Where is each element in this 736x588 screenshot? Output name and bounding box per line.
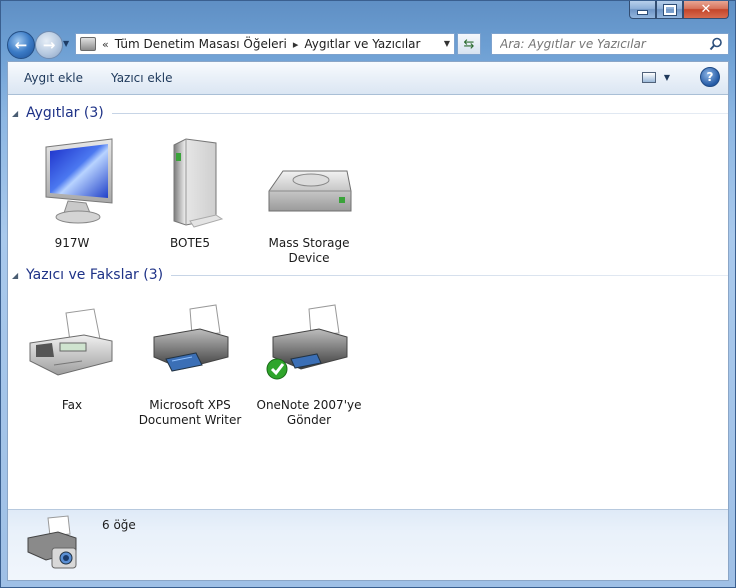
search-box[interactable] — [491, 33, 729, 55]
device-view: ◢ Aygıtlar (3) 917W BOTE5 Mass Storage D… — [8, 95, 728, 513]
forward-arrow-icon: → — [42, 36, 56, 54]
printer-label: OneNote 2007'ye Gönder — [256, 398, 362, 427]
maximize-icon — [662, 3, 677, 16]
control-panel-icon — [80, 37, 96, 51]
printer-icon — [153, 304, 229, 372]
search-icon[interactable] — [709, 37, 723, 51]
view-options-dropdown[interactable]: ▼ — [664, 73, 670, 82]
close-button[interactable]: ✕ — [683, 1, 729, 19]
maximize-button[interactable] — [656, 1, 683, 19]
command-bar: Aygıt ekle Yazıcı ekle ▼ ? — [8, 62, 728, 95]
device-label: 917W — [54, 236, 90, 250]
monitor-icon — [45, 138, 113, 224]
collapse-arrow-icon[interactable]: ◢ — [12, 271, 26, 280]
group-title-devices: Aygıtlar (3) — [26, 105, 104, 121]
address-dropdown-button[interactable]: ▼ — [444, 39, 450, 48]
change-view-icon[interactable] — [641, 71, 656, 83]
device-label: Mass Storage Device — [268, 236, 350, 265]
caption-buttons: ✕ — [629, 1, 729, 19]
printer-label: Microsoft XPS Document Writer — [138, 398, 242, 427]
hard-disk-icon — [268, 170, 352, 212]
forward-button[interactable]: → — [35, 31, 63, 59]
address-overflow[interactable]: « — [102, 38, 109, 51]
group-header-printers[interactable]: ◢ Yazıcı ve Fakslar (3) — [12, 265, 728, 285]
group-header-devices[interactable]: ◢ Aygıtlar (3) — [12, 103, 728, 123]
details-pane: 6 öğe — [8, 509, 728, 580]
recent-pages-dropdown[interactable]: ▼ — [63, 39, 69, 48]
device-tile-bote5[interactable]: BOTE5 — [135, 137, 245, 251]
add-device-button[interactable]: Aygıt ekle — [12, 67, 95, 89]
help-button[interactable]: ? — [700, 67, 720, 87]
back-button[interactable]: ← — [7, 31, 35, 59]
printer-tile-onenote[interactable]: OneNote 2007'ye Gönder — [254, 299, 364, 428]
device-tile-mass-storage[interactable]: Mass Storage Device — [254, 137, 364, 266]
printer-label: Fax — [61, 398, 83, 412]
refresh-icon: ⇆ — [463, 36, 475, 52]
device-tile-917w[interactable]: 917W — [17, 137, 127, 251]
fax-icon — [29, 308, 113, 376]
breadcrumb-all-control-panel[interactable]: Tüm Denetim Masası Öğeleri — [115, 37, 287, 51]
main-panel: Aygıt ekle Yazıcı ekle ▼ ? ◢ Aygıtlar (3… — [7, 61, 729, 581]
default-printer-icon — [266, 304, 348, 380]
device-label: BOTE5 — [169, 236, 210, 250]
printer-tile-fax[interactable]: Fax — [17, 299, 127, 413]
toolbar-right: ▼ ? — [641, 67, 720, 87]
minimize-icon — [637, 10, 648, 15]
devices-and-printers-icon — [27, 515, 77, 569]
external-drive-icon — [173, 138, 224, 228]
navigation-bar: ← → ▼ « Tüm Denetim Masası Öğeleri ▸ Ayg… — [1, 29, 735, 61]
group-title-printers: Yazıcı ve Fakslar (3) — [26, 267, 164, 283]
group-divider — [111, 112, 728, 114]
breadcrumb-devices-printers[interactable]: Aygıtlar ve Yazıcılar — [304, 37, 420, 51]
add-printer-button[interactable]: Yazıcı ekle — [99, 67, 184, 89]
breadcrumb-separator[interactable]: ▸ — [293, 38, 299, 51]
window: ✕ ← → ▼ « Tüm Denetim Masası Öğeleri ▸ A… — [0, 0, 736, 588]
group-divider — [171, 274, 728, 276]
refresh-button[interactable]: ⇆ — [457, 33, 481, 55]
chevron-down-icon: ▼ — [63, 39, 70, 48]
item-count: 6 öğe — [102, 518, 136, 532]
back-arrow-icon: ← — [14, 36, 28, 54]
collapse-arrow-icon[interactable]: ◢ — [12, 109, 26, 118]
close-icon: ✕ — [700, 2, 712, 17]
printer-tile-xps[interactable]: Microsoft XPS Document Writer — [135, 299, 245, 428]
minimize-button[interactable] — [629, 1, 656, 19]
search-input[interactable] — [498, 36, 712, 52]
address-bar[interactable]: « Tüm Denetim Masası Öğeleri ▸ Aygıtlar … — [75, 33, 455, 55]
